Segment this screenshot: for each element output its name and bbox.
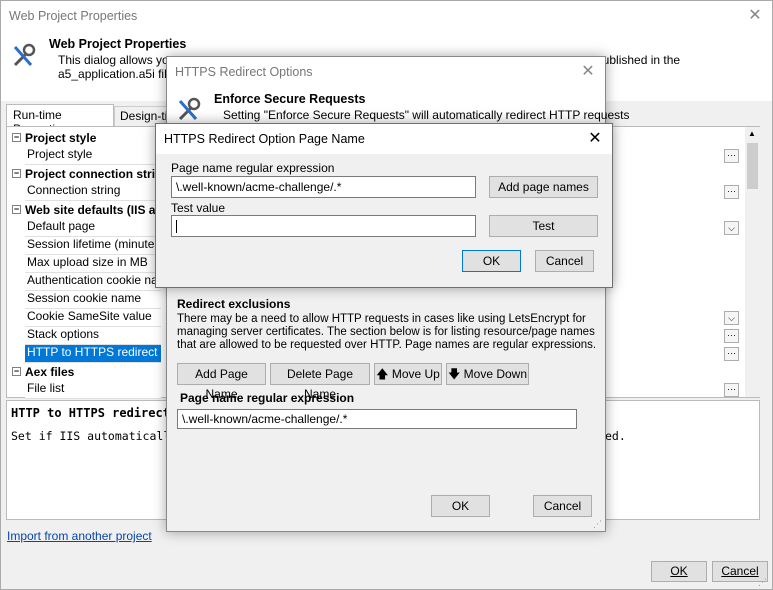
add-page-names-label: Add page names (498, 180, 589, 194)
arrow-up-icon: 🡅 (376, 367, 389, 381)
connection-string-ellipsis-button[interactable]: ··· (724, 185, 739, 199)
add-page-names-button[interactable]: Add page names (489, 176, 598, 198)
regex-input[interactable]: \.well-known/acme-challenge/.* (171, 176, 476, 198)
page-name-dialog-title: HTTPS Redirect Option Page Name (164, 132, 365, 146)
main-close-icon[interactable]: ✕ (746, 1, 764, 31)
add-page-name-button[interactable]: Add Page Name (177, 363, 266, 401)
tab-runtime-properties[interactable]: Run-time Properties (6, 104, 114, 136)
category-label: Aex files (25, 365, 75, 379)
collapse-icon[interactable]: − (12, 205, 21, 214)
move-down-label: Move Down (463, 367, 528, 381)
exclusions-desc-1: There may be a need to allow HTTP reques… (177, 313, 586, 325)
description-title: HTTP to HTTPS redirect (11, 406, 170, 420)
prop-http-to-https[interactable]: HTTP to HTTPS redirect (25, 345, 161, 363)
delete-page-name-button[interactable]: Delete Page Name (270, 363, 370, 401)
main-window-title: Web Project Properties (9, 9, 138, 23)
main-ok-button[interactable]: OK (651, 561, 707, 582)
prop-max-upload[interactable]: Max upload size in MB (25, 255, 161, 273)
prop-stack-options[interactable]: Stack options (25, 327, 161, 345)
redirect-header: Enforce Secure Requests Setting "Enforce… (167, 87, 629, 127)
exclusions-desc-2: managing server certificates. The sectio… (177, 326, 595, 338)
page-name-ok-button[interactable]: OK (462, 250, 521, 272)
exclusions-desc-3: that are allowed to be requested over HT… (177, 339, 597, 351)
category-aex-files[interactable]: − Aex files (12, 363, 74, 381)
category-project-connection[interactable]: − Project connection strin (12, 165, 162, 183)
move-down-button[interactable]: 🡇 Move Down (446, 363, 529, 385)
exclusions-title: Redirect exclusions (177, 297, 291, 311)
main-titlebar: Web Project Properties ✕ (1, 1, 772, 31)
prop-session-lifetime[interactable]: Session lifetime (minutes) (25, 237, 161, 255)
default-page-dropdown-button[interactable]: ⌵ (724, 221, 739, 235)
redirect-titlebar: HTTPS Redirect Options ✕ (167, 57, 605, 87)
main-ok-label: OK (670, 564, 688, 578)
collapse-icon[interactable]: − (12, 367, 21, 376)
resize-grip-icon[interactable]: ⋰ (758, 577, 767, 588)
exclusion-list[interactable]: \.well-known/acme-challenge/.* (177, 409, 577, 429)
stack-options-ellipsis-button[interactable]: ··· (724, 329, 739, 343)
enforce-desc: Setting "Enforce Secure Requests" will a… (223, 108, 630, 122)
main-header-desc-tail: published in the (596, 53, 681, 67)
description-text-tail: ed. (605, 429, 626, 443)
redirect-cancel-label: Cancel (543, 499, 582, 513)
list-header: Page name regular expression (180, 391, 355, 405)
arrow-down-icon: 🡇 (447, 367, 461, 381)
redirect-ok-button[interactable]: OK (431, 495, 490, 517)
prop-file-list[interactable]: File list (25, 381, 161, 399)
prop-session-cookie[interactable]: Session cookie name (25, 291, 161, 309)
collapse-icon[interactable]: − (12, 169, 21, 178)
redirect-dialog-title: HTTPS Redirect Options (175, 65, 313, 79)
collapse-icon[interactable]: − (12, 133, 21, 142)
enforce-title: Enforce Secure Requests (214, 92, 366, 106)
main-cancel-label: Cancel (721, 564, 759, 578)
file-list-ellipsis-button[interactable]: ··· (724, 383, 739, 397)
tools-icon (11, 43, 37, 69)
samesite-dropdown-button[interactable]: ⌵ (724, 311, 739, 325)
prop-default-page[interactable]: Default page (25, 219, 161, 237)
prop-cookie-samesite[interactable]: Cookie SameSite value (25, 309, 161, 327)
project-style-ellipsis-button[interactable]: ··· (724, 149, 739, 163)
category-label: Project connection strin (25, 167, 163, 181)
move-up-label: Move Up (391, 367, 440, 381)
https-redirect-ellipsis-button[interactable]: ··· (724, 347, 739, 361)
category-label: Web site defaults (IIS a (25, 203, 156, 217)
prop-project-style[interactable]: Project style (25, 147, 161, 165)
test-button[interactable]: Test (489, 215, 598, 237)
page-name-cancel-button[interactable]: Cancel (535, 250, 594, 272)
main-header-desc-2: a5_application.a5i file. (58, 67, 177, 81)
text-cursor (176, 220, 177, 234)
move-up-button[interactable]: 🡅 Move Up (374, 363, 442, 385)
test-value-label: Test value (171, 201, 226, 215)
category-label: Project style (25, 131, 97, 145)
page-name-dialog: HTTPS Redirect Option Page Name ✕ Page n… (155, 123, 613, 288)
prop-connection-string[interactable]: Connection string (25, 183, 161, 201)
page-name-titlebar: HTTPS Redirect Option Page Name ✕ (156, 124, 612, 154)
import-link[interactable]: Import from another project (7, 529, 152, 543)
test-button-label: Test (532, 219, 555, 233)
redirect-close-icon[interactable]: ✕ (579, 57, 597, 87)
main-header-title: Web Project Properties (49, 37, 187, 51)
scroll-up-icon[interactable]: ▲ (748, 129, 756, 138)
redirect-resize-grip-icon[interactable]: ⋰ (593, 519, 602, 530)
prop-auth-cookie[interactable]: Authentication cookie name (25, 273, 161, 291)
regex-label: Page name regular expression (171, 161, 335, 175)
test-value-input[interactable] (171, 215, 476, 237)
category-web-site-defaults[interactable]: − Web site defaults (IIS a (12, 201, 155, 219)
page-name-ok-label: OK (482, 254, 501, 268)
redirect-ok-label: OK (451, 499, 470, 513)
page-name-cancel-label: Cancel (545, 254, 584, 268)
property-grid-scrollbar[interactable]: ▲ (745, 127, 760, 397)
main-header-desc-1: This dialog allows you t (58, 53, 183, 67)
category-project-style[interactable]: − Project style (12, 129, 96, 147)
page-name-close-icon[interactable]: ✕ (586, 124, 604, 154)
redirect-cancel-button[interactable]: Cancel (533, 495, 592, 517)
list-item[interactable]: \.well-known/acme-challenge/.* (178, 410, 576, 428)
scroll-thumb[interactable] (747, 143, 758, 189)
tools-icon (176, 97, 202, 123)
